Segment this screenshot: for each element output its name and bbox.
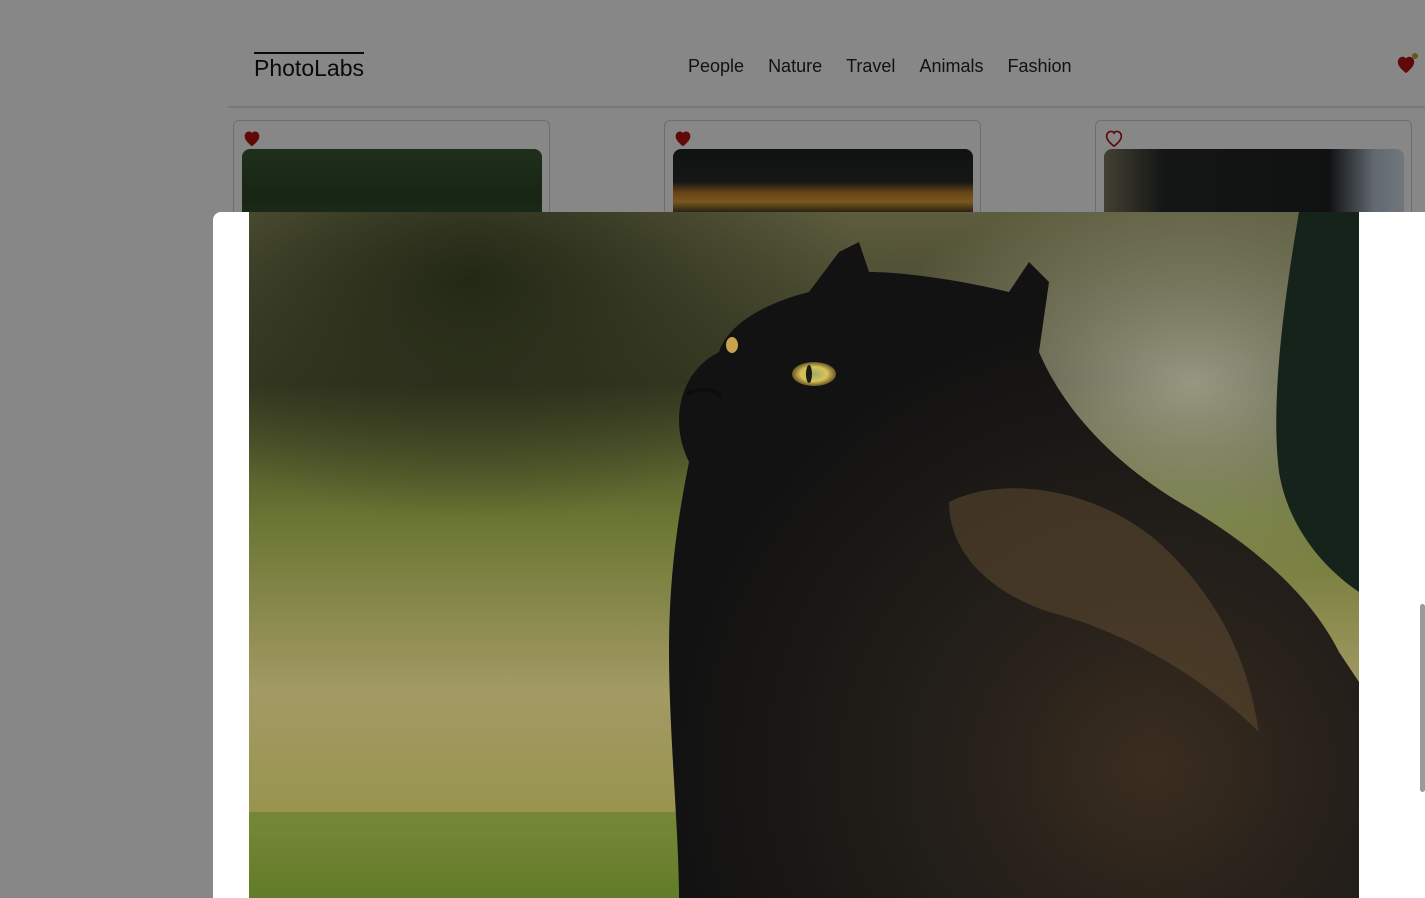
black-cat-photo [249,212,1359,898]
scrollbar[interactable] [1420,604,1425,792]
photo-details-modal [213,212,1425,898]
